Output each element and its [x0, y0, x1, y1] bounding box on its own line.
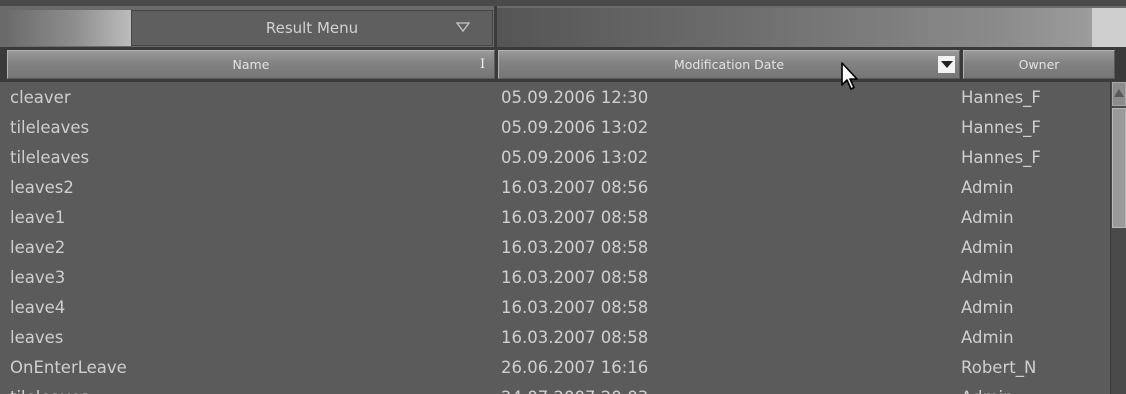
toolbar-left-panel — [8, 10, 132, 46]
chevron-down-icon — [456, 22, 470, 32]
column-header-owner[interactable]: Owner — [963, 50, 1115, 79]
column-resize-handle[interactable]: I — [480, 57, 488, 72]
table-header: Name I Modification Date Owner — [0, 47, 1126, 82]
column-header-label: Owner — [1018, 57, 1060, 72]
cell-name: leave3 — [10, 268, 66, 287]
vertical-scrollbar[interactable] — [1110, 82, 1126, 394]
toolbar-top-edge — [0, 0, 1126, 6]
cell-modification-date: 16.03.2007 08:58 — [501, 328, 649, 347]
cell-owner: Admin — [961, 238, 1014, 257]
table-row[interactable]: leaves 16.03.2007 08:58 Admin — [0, 322, 1110, 352]
table-row[interactable]: tileleaves 05.09.2006 13:02 Hannes_F — [0, 112, 1110, 142]
cell-modification-date: 16.03.2007 08:58 — [501, 268, 649, 287]
cell-owner: Admin — [961, 388, 1014, 394]
table-row[interactable]: leave1 16.03.2007 08:58 Admin — [0, 202, 1110, 232]
column-header-label: Name — [232, 57, 270, 72]
cell-name: cleaver — [10, 88, 71, 107]
cell-modification-date: 05.09.2006 13:02 — [501, 148, 649, 167]
result-table: cleaver 05.09.2006 12:30 Hannes_F tileleave… — [0, 82, 1110, 394]
cell-modification-date: 16.03.2007 08:56 — [501, 178, 649, 197]
table-row[interactable]: tileleaves 05.09.2006 13:02 Hannes_F — [0, 142, 1110, 172]
table-row[interactable]: cleaver 05.09.2006 12:30 Hannes_F — [0, 82, 1110, 112]
cell-owner: Admin — [961, 268, 1014, 287]
cell-owner: Admin — [961, 328, 1014, 347]
cell-modification-date: 05.09.2006 13:02 — [501, 118, 649, 137]
table-row[interactable]: leave2 16.03.2007 08:58 Admin — [0, 232, 1110, 262]
cell-modification-date: 26.06.2007 16:16 — [501, 358, 649, 377]
cell-modification-date: 05.09.2006 12:30 — [501, 88, 649, 107]
cell-name: tileleaves — [10, 118, 90, 137]
result-menu-dropdown[interactable]: Result Menu — [131, 10, 493, 46]
scrollbar-thumb[interactable] — [1112, 108, 1126, 228]
table-row[interactable]: leaves2 16.03.2007 08:56 Admin — [0, 172, 1110, 202]
dropdown-arrow-icon[interactable] — [938, 56, 955, 73]
cell-name: tileleaves — [10, 388, 89, 394]
cell-owner: Admin — [961, 178, 1014, 197]
cell-name: leave2 — [10, 238, 66, 257]
cell-modification-date: 16.03.2007 08:58 — [501, 298, 649, 317]
cell-name: leaves2 — [10, 178, 74, 197]
scroll-up-arrow-icon[interactable] — [1112, 82, 1126, 106]
cell-owner: Hannes_F — [961, 88, 1041, 107]
toolbar: Result Menu — [0, 0, 1126, 48]
column-header-name[interactable]: Name I — [7, 50, 495, 79]
toolbar-right-notch — [1092, 8, 1126, 47]
cell-modification-date: 24.07.2007 20:03 — [501, 388, 648, 394]
column-header-modification-date[interactable]: Modification Date — [498, 50, 960, 79]
table-row[interactable]: leave3 16.03.2007 08:58 Admin — [0, 262, 1110, 292]
cell-name: OnEnterLeave — [10, 358, 127, 377]
cell-owner: Hannes_F — [961, 148, 1041, 167]
table-row[interactable]: tileleaves 24.07.2007 20:03 Admin — [0, 382, 1110, 394]
column-header-label: Modification Date — [673, 57, 785, 72]
cell-owner: Robert_N — [961, 358, 1037, 377]
cell-modification-date: 16.03.2007 08:58 — [501, 238, 649, 257]
table-row[interactable]: OnEnterLeave 26.06.2007 16:16 Robert_N — [0, 352, 1110, 382]
table-row[interactable]: leave4 16.03.2007 08:58 Admin — [0, 292, 1110, 322]
cell-owner: Admin — [961, 298, 1014, 317]
cell-name: leave4 — [10, 298, 66, 317]
cell-name: tileleaves — [10, 148, 90, 167]
cell-owner: Hannes_F — [961, 118, 1041, 137]
cell-name: leaves — [10, 328, 64, 347]
cell-modification-date: 16.03.2007 08:58 — [501, 208, 649, 227]
result-menu-label: Result Menu — [265, 19, 359, 37]
cell-name: leave1 — [10, 208, 66, 227]
cell-owner: Admin — [961, 208, 1014, 227]
toolbar-right-panel — [497, 8, 1126, 47]
